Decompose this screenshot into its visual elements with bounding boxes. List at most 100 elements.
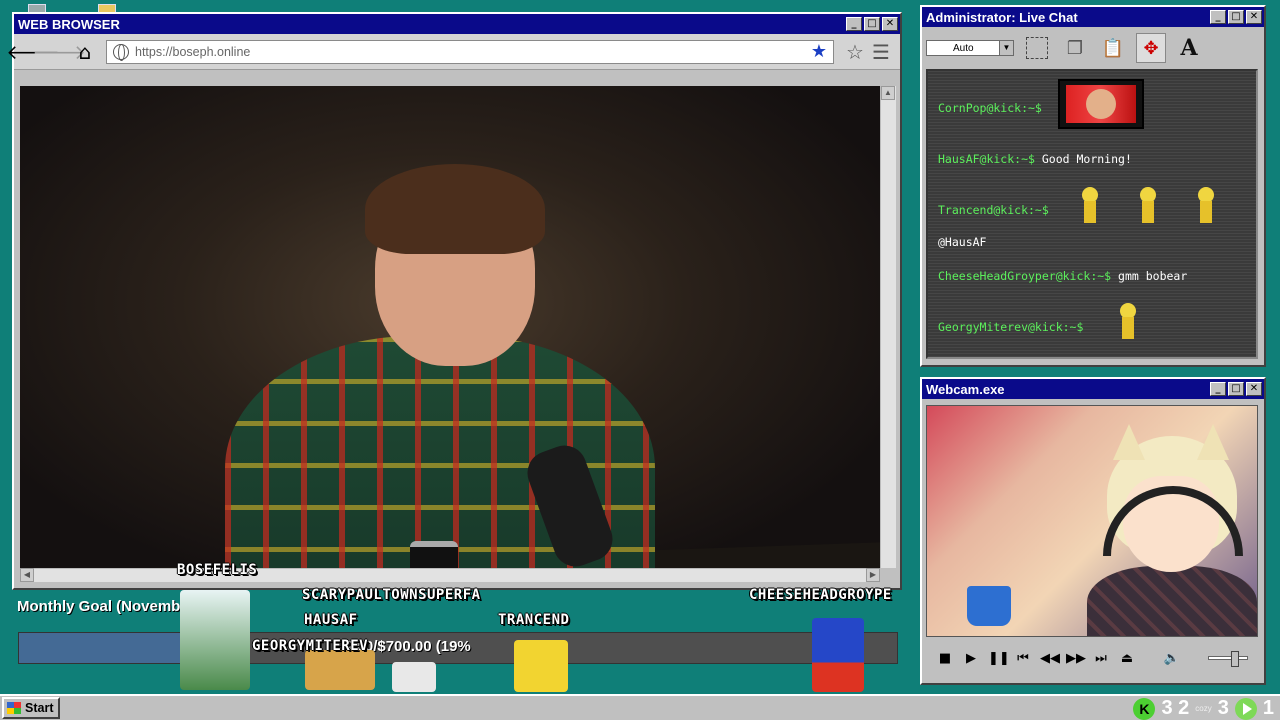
goal-title: Monthly Goal (November)	[17, 598, 200, 615]
start-button[interactable]: Start	[2, 697, 60, 719]
webcam-title: Webcam.exe	[926, 381, 1005, 397]
font-size-select[interactable]: Auto ▼	[926, 40, 1014, 56]
globe-icon	[113, 43, 129, 61]
browser-toolbar: 🡐 🡒 ⌂ https://boseph.online ★ ☆ ☰	[6, 34, 900, 70]
paste-icon[interactable]: 📋	[1098, 33, 1128, 63]
mug	[967, 586, 1011, 626]
skip-end-icon[interactable]: ⏭	[1092, 651, 1110, 666]
close-button[interactable]: ✕	[1246, 382, 1262, 396]
chat-message: Trancend@kick:~$	[938, 203, 1049, 217]
scroll-right-arrow-icon[interactable]: ▶	[866, 568, 880, 582]
chat-emote-sprite	[1138, 187, 1158, 223]
tray-count: 1	[1262, 697, 1274, 719]
windows-logo-icon	[7, 702, 21, 714]
maximize-button[interactable]: □	[864, 17, 880, 31]
sprite-character	[812, 618, 864, 692]
live-chat-window: Administrator: Live Chat _ □ ✕ Auto ▼ ❐ …	[920, 5, 1266, 367]
chat-message: GeorgyMiterev@kick:~$	[938, 320, 1083, 334]
menu-icon[interactable]: ☰	[868, 39, 894, 65]
rewind-icon[interactable]: ◀◀	[1040, 651, 1060, 666]
forward-arrow-icon[interactable]: 🡒	[32, 39, 86, 65]
webcam-feed	[926, 405, 1258, 637]
sprite-character	[392, 662, 436, 692]
browser-window: WEB BROWSER _ □ ✕ 🡐 🡒 ⌂ https://boseph.o…	[6, 12, 902, 590]
tray-count: 3	[1217, 697, 1229, 719]
start-label: Start	[25, 701, 54, 715]
viewer-name: TRANCEND	[498, 612, 570, 628]
chat-message: HausAF@kick:~$ Good Morning!	[938, 152, 1132, 166]
minimize-button[interactable]: _	[1210, 382, 1226, 396]
webcam-titlebar[interactable]: Webcam.exe _ □ ✕	[922, 379, 1264, 399]
volume-slider[interactable]	[1208, 651, 1248, 667]
viewer-name: HAUSAF	[304, 612, 358, 628]
font-size-value: Auto	[953, 42, 974, 54]
move-icon[interactable]: ✥	[1136, 33, 1166, 63]
minimize-button[interactable]: _	[1210, 10, 1226, 24]
video-viewport[interactable]	[20, 86, 880, 568]
horizontal-scrollbar[interactable]: ◀ ▶	[20, 568, 880, 582]
cozy-logo-icon[interactable]: cozy	[1195, 704, 1211, 713]
kick-logo-icon[interactable]: K	[1133, 697, 1156, 720]
maximize-button[interactable]: □	[1228, 10, 1244, 24]
person-hair	[365, 164, 545, 254]
chat-title: Administrator: Live Chat	[926, 9, 1078, 25]
chat-message: CornPop@kick:~$	[938, 101, 1042, 115]
taskbar: Start K 3 2 cozy 3 1	[0, 694, 1280, 720]
chat-username[interactable]: GeorgyMiterev@kick:~$	[938, 320, 1083, 334]
sprite-character	[180, 590, 250, 690]
chat-emote-sprite	[1196, 187, 1216, 223]
skip-start-icon[interactable]: ⏮	[1014, 651, 1032, 666]
chevron-down-icon[interactable]: ▼	[999, 41, 1013, 55]
scroll-left-arrow-icon[interactable]: ◀	[20, 568, 34, 582]
sprite-character	[305, 650, 375, 690]
minimize-button[interactable]: _	[846, 17, 862, 31]
avatar-body	[1087, 566, 1257, 636]
chat-text: @HausAF	[938, 235, 987, 249]
fast-forward-icon[interactable]: ▶▶	[1066, 651, 1086, 666]
home-icon[interactable]: ⌂	[72, 39, 98, 65]
viewer-name: CHEESEHEADGROYPE	[749, 587, 892, 603]
chat-username[interactable]: HausAF@kick:~$	[938, 152, 1035, 166]
chat-text: Good Morning!	[1041, 152, 1132, 166]
eject-icon[interactable]: ⏏	[1118, 651, 1136, 666]
browser-title: WEB BROWSER	[18, 16, 120, 32]
chat-emote-sprite	[1118, 303, 1138, 339]
volume-icon[interactable]: 🔈	[1163, 651, 1181, 666]
chat-toolbar: Auto ▼ ❐ 📋 ✥ A	[922, 27, 1264, 69]
scroll-up-arrow-icon[interactable]: ▲	[881, 86, 895, 100]
viewer-name: BOSEFELIS	[177, 562, 258, 578]
chat-messages[interactable]: CornPop@kick:~$ HausAF@kick:~$ Good Morn…	[926, 69, 1258, 359]
goal-progress-fill	[19, 633, 186, 663]
system-tray: K 3 2 cozy 3 1	[1133, 697, 1274, 720]
pause-icon[interactable]: ❚❚	[988, 651, 1010, 666]
chat-username[interactable]: CornPop@kick:~$	[938, 101, 1042, 115]
font-icon[interactable]: A	[1174, 33, 1204, 63]
browser-titlebar[interactable]: WEB BROWSER _ □ ✕	[14, 14, 900, 34]
copy-icon[interactable]: ❐	[1060, 33, 1090, 63]
url-text[interactable]: https://boseph.online	[135, 45, 811, 59]
chat-text: gmm bobear	[1118, 269, 1188, 283]
close-button[interactable]: ✕	[882, 17, 898, 31]
chat-emote-image	[1058, 79, 1144, 129]
close-button[interactable]: ✕	[1246, 10, 1262, 24]
sprite-character	[514, 640, 568, 692]
viewer-name: SCARYPAULTOWNSUPERFA	[302, 587, 481, 603]
avatar-cat-ear	[1197, 424, 1229, 460]
stop-icon[interactable]: ■	[936, 651, 954, 666]
maximize-button[interactable]: □	[1228, 382, 1244, 396]
favorites-star-icon[interactable]: ☆	[842, 39, 868, 65]
play-logo-icon[interactable]	[1234, 697, 1257, 720]
play-icon[interactable]: ▶	[962, 651, 980, 666]
vertical-scrollbar[interactable]: ▲	[880, 86, 896, 568]
tray-count: 3 2	[1161, 697, 1190, 719]
chat-username[interactable]: CheeseHeadGroyper@kick:~$	[938, 269, 1111, 283]
chat-message: @HausAF	[938, 235, 986, 249]
chat-username[interactable]: Trancend@kick:~$	[938, 203, 1049, 217]
address-bar[interactable]: https://boseph.online ★	[106, 39, 834, 64]
chat-titlebar[interactable]: Administrator: Live Chat _ □ ✕	[922, 7, 1264, 27]
media-controls: ■ ▶ ❚❚ ⏮ ◀◀ ▶▶ ⏭ ⏏ 🔈	[926, 643, 1258, 673]
bookmark-star-icon[interactable]: ★	[811, 41, 827, 62]
select-tool-icon[interactable]	[1022, 33, 1052, 63]
viewer-name: GEORGYMITEREV	[252, 638, 369, 654]
webcam-window: Webcam.exe _ □ ✕ ■ ▶ ❚❚ ⏮ ◀◀ ▶▶ ⏭ ⏏ 🔈	[920, 377, 1266, 685]
